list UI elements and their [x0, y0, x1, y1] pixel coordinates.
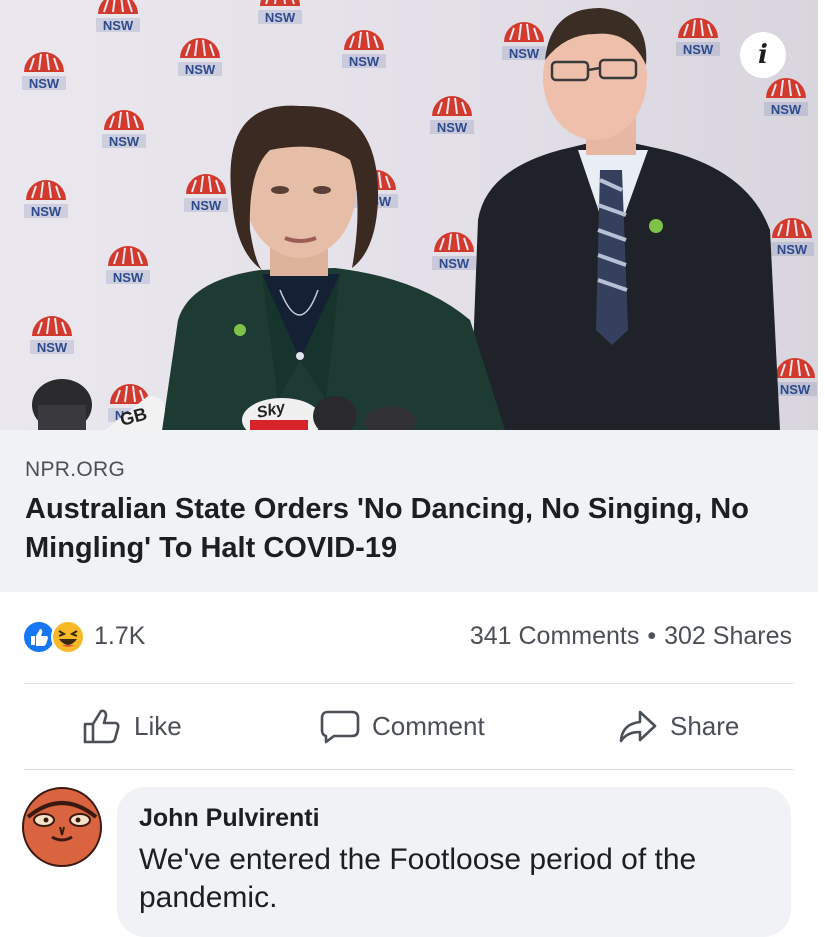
- comment-bubble: John Pulvirenti We've entered the Footlo…: [117, 787, 791, 937]
- like-reaction-icon: [22, 620, 56, 654]
- comment-button[interactable]: Comment: [320, 685, 485, 767]
- comment-label: Comment: [372, 710, 485, 741]
- comment-author[interactable]: John Pulvirenti: [139, 804, 320, 833]
- haha-reaction-icon: [51, 620, 85, 654]
- nsw-logo: [257, 0, 303, 26]
- reaction-icons[interactable]: [22, 620, 88, 654]
- comment-text: We've entered the Footloose period of th…: [139, 843, 697, 914]
- thumbs-up-icon: [83, 709, 120, 744]
- reaction-count[interactable]: 1.7K: [94, 622, 145, 651]
- reactions-summary: 1.7K 341 Comments • 302 Shares: [0, 605, 818, 665]
- link-caption[interactable]: NPR.ORG Australian State Orders 'No Danc…: [0, 430, 818, 592]
- like-label: Like: [134, 710, 182, 741]
- like-button[interactable]: Like: [82, 685, 182, 767]
- link-preview-image[interactable]: NSW: [0, 0, 818, 430]
- share-arrow-icon: [619, 710, 657, 743]
- divider: [24, 683, 794, 684]
- info-icon[interactable]: i: [740, 32, 786, 78]
- share-label: Share: [670, 710, 740, 741]
- shares-count[interactable]: 302 Shares: [664, 622, 792, 650]
- divider: [24, 769, 794, 770]
- share-button[interactable]: Share: [618, 685, 739, 767]
- avatar[interactable]: [22, 787, 102, 867]
- link-title[interactable]: Australian State Orders 'No Dancing, No …: [25, 490, 805, 568]
- link-domain: NPR.ORG: [25, 458, 126, 481]
- separator-dot: •: [647, 622, 657, 650]
- engagement-counts: 341 Comments • 302 Shares: [470, 622, 792, 651]
- action-bar: Like Comment Share: [0, 685, 818, 767]
- comment-bubble-icon: [320, 710, 360, 744]
- comments-count[interactable]: 341 Comments: [470, 622, 640, 650]
